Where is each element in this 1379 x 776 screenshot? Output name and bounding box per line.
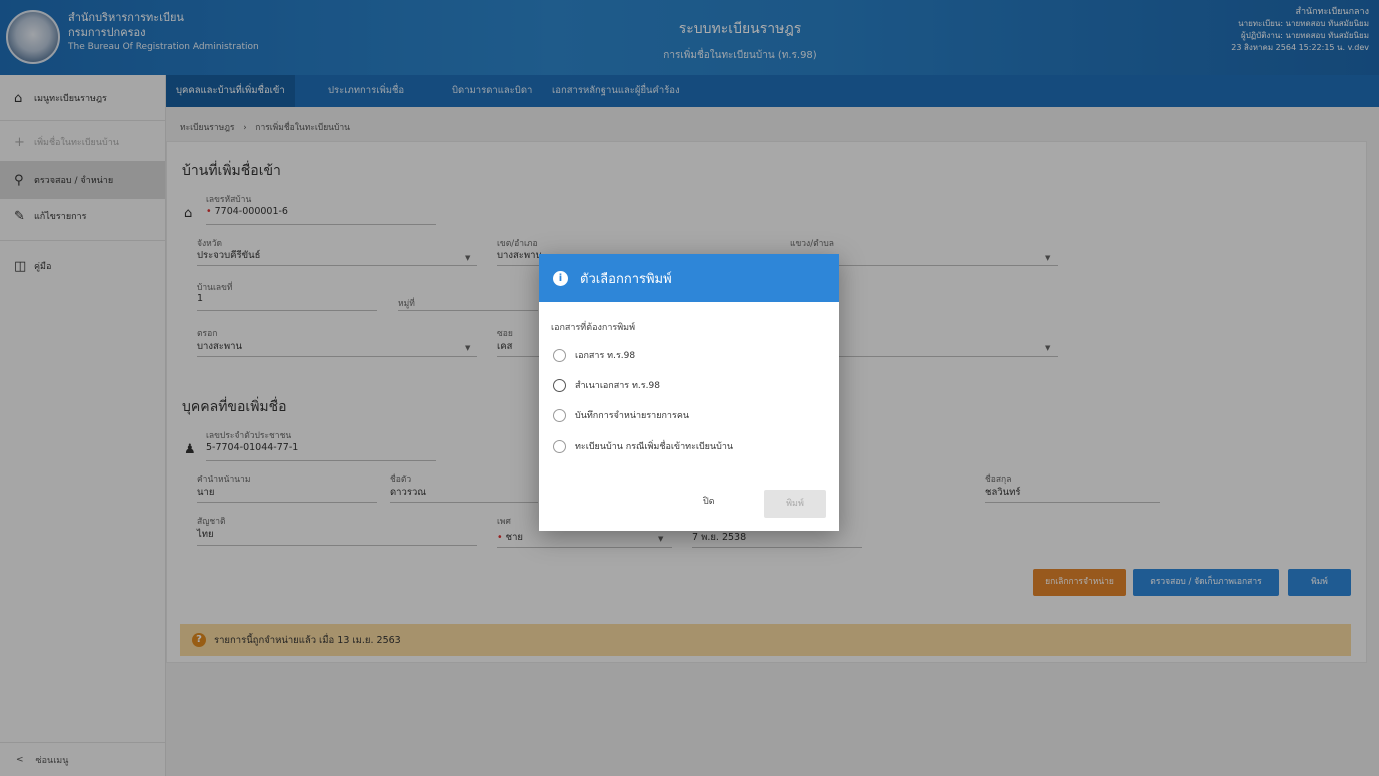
radio-button[interactable] [553, 408, 566, 422]
print-option-tr98[interactable]: เอกสาร ท.ร.98 [553, 348, 635, 362]
print-option-label: บันทึกการจำหน่ายรายการคน [575, 411, 689, 421]
print-option-house-registration[interactable]: ทะเบียนบ้าน กรณีเพิ่มชื่อเข้าทะเบียนบ้าน [553, 439, 733, 453]
print-option-tr98-copy[interactable]: สำเนาเอกสาร ท.ร.98 [553, 378, 660, 392]
radio-button[interactable] [553, 348, 566, 362]
dialog-header: i ตัวเลือกการพิมพ์ [539, 254, 839, 302]
print-option-label: สำเนาเอกสาร ท.ร.98 [575, 381, 660, 391]
radio-button[interactable] [553, 439, 566, 453]
print-option-label: ทะเบียนบ้าน กรณีเพิ่มชื่อเข้าทะเบียนบ้าน [575, 442, 734, 452]
dialog-print-button[interactable]: พิมพ์ [764, 490, 826, 518]
dialog-close-button[interactable]: ปิด [703, 494, 715, 508]
dialog-title: ตัวเลือกการพิมพ์ [580, 271, 672, 287]
print-option-discharge-record[interactable]: บันทึกการจำหน่ายรายการคน [553, 408, 689, 422]
radio-button[interactable] [553, 378, 566, 392]
print-options-dialog: i ตัวเลือกการพิมพ์ เอกสารที่ต้องการพิมพ์… [539, 254, 839, 531]
dialog-subtitle: เอกสารที่ต้องการพิมพ์ [551, 323, 636, 333]
info-icon: i [553, 270, 568, 286]
print-option-label: เอกสาร ท.ร.98 [575, 351, 636, 361]
